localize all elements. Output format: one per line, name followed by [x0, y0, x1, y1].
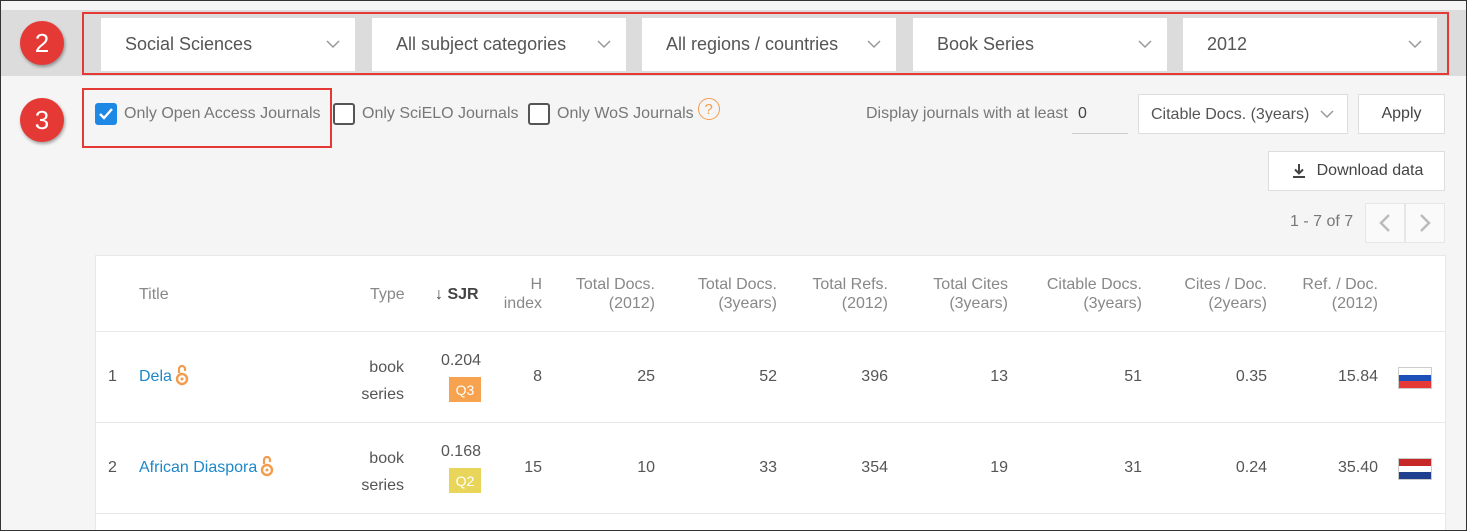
wos-option[interactable]: Only WoS Journals ? [528, 98, 720, 125]
header-total-refs-line1: Total Refs. [812, 276, 888, 293]
header-citable-docs[interactable]: Citable Docs. (3years) [1022, 275, 1142, 313]
header-type[interactable]: Type [370, 285, 405, 304]
header-total-docs-line2: (2012) [608, 295, 655, 312]
header-cites-per-doc-line1: Cites / Doc. [1184, 276, 1267, 293]
pager-text: 1 - 7 of 7 [1290, 213, 1354, 230]
min-docs-input[interactable]: 0 [1072, 96, 1128, 134]
header-total-cites-line1: Total Cites [933, 276, 1008, 293]
header-refs-per-doc[interactable]: Ref. / Doc. (2012) [1278, 275, 1378, 313]
quartile-badge: Q2 [449, 468, 481, 493]
journal-title-link[interactable]: Dela [139, 368, 172, 385]
chevron-right-icon [1420, 214, 1431, 232]
row-h-index: 8 [533, 368, 542, 385]
download-data-label: Download data [1316, 162, 1424, 179]
quartile-badge: Q3 [449, 377, 481, 402]
open-access-label: Only Open Access Journals [124, 105, 321, 122]
step-badge-3: 3 [20, 98, 64, 142]
journal-table: Title Type ↓ SJR H index Total Docs. (20… [95, 255, 1446, 531]
row-refs-per-doc: 15.84 [1337, 368, 1378, 385]
open-access-option[interactable]: Only Open Access Journals [95, 103, 321, 125]
download-icon [1292, 164, 1305, 178]
row-total-refs: 396 [861, 368, 888, 385]
journal-title-link[interactable]: African Diaspora [139, 459, 257, 476]
row-type-line2: series [361, 386, 404, 403]
header-total-docs-line1: Total Docs. [575, 276, 655, 293]
row-h-index: 15 [524, 459, 542, 476]
row-citable-docs: 31 [1124, 459, 1142, 476]
header-total-cites[interactable]: Total Cites (3years) [908, 275, 1008, 313]
step-badge-2: 2 [20, 21, 64, 65]
open-access-icon [175, 364, 189, 386]
scielo-label: Only SciELO Journals [362, 105, 519, 122]
row-type: book series [346, 445, 404, 499]
row-type-line1: book [369, 359, 404, 376]
row-total-refs: 354 [861, 459, 888, 476]
slovenia-flag-icon [1398, 367, 1432, 389]
wos-label: Only WoS Journals [557, 105, 694, 122]
row-type-line1: book [369, 450, 404, 467]
apply-button[interactable]: Apply [1358, 94, 1445, 134]
table-header: Title Type ↓ SJR H index Total Docs. (20… [96, 256, 1445, 332]
header-h-index[interactable]: H index [492, 275, 542, 313]
header-total-docs[interactable]: Total Docs. (2012) [556, 275, 655, 313]
header-total-refs-line2: (2012) [841, 295, 888, 312]
header-h-line1: H [530, 276, 542, 293]
row-total-docs: 25 [637, 368, 655, 385]
pager-next-button[interactable] [1405, 203, 1445, 243]
header-h-line2: index [503, 295, 542, 312]
chevron-left-icon [1379, 214, 1390, 232]
header-cites-per-doc-line2: (2years) [1208, 295, 1267, 312]
citable-docs-label: Citable Docs. (3years) [1151, 106, 1310, 123]
row-title: Dela [139, 364, 189, 388]
row-rank: 2 [108, 459, 117, 476]
header-title[interactable]: Title [139, 285, 169, 304]
row-total-cites: 19 [990, 459, 1008, 476]
header-total-docs-3y-line1: Total Docs. [697, 276, 777, 293]
row-total-docs: 10 [637, 459, 655, 476]
header-refs-per-doc-line1: Ref. / Doc. [1302, 276, 1378, 293]
filters-highlight-box [82, 12, 1449, 75]
header-refs-per-doc-line2: (2012) [1331, 295, 1378, 312]
chevron-down-icon [1320, 110, 1334, 119]
row-rank: 1 [108, 368, 117, 385]
row-sjr: 0.168 [440, 443, 481, 460]
row-citable-docs: 51 [1124, 368, 1142, 385]
header-total-docs-3y-line2: (3years) [718, 295, 777, 312]
header-total-refs[interactable]: Total Refs. (2012) [788, 275, 888, 313]
header-sjr[interactable]: ↓ SJR [435, 285, 479, 304]
table-row: 1 Dela book series 0.204 Q3 8 25 52 396 … [96, 332, 1445, 423]
header-cites-per-doc[interactable]: Cites / Doc. (2years) [1157, 275, 1267, 313]
row-refs-per-doc: 35.40 [1337, 459, 1378, 476]
row-total-docs-3y: 33 [759, 459, 777, 476]
row-total-cites: 13 [990, 368, 1008, 385]
help-icon[interactable]: ? [697, 98, 720, 120]
pager-prev-button[interactable] [1365, 203, 1405, 243]
row-cites-per-doc: 0.24 [1235, 459, 1267, 476]
check-icon [99, 108, 113, 120]
row-type-line2: series [361, 477, 404, 494]
download-data-button[interactable]: Download data [1268, 151, 1445, 191]
header-total-cites-line2: (3years) [949, 295, 1008, 312]
row-cites-per-doc: 0.35 [1235, 368, 1267, 385]
row-total-docs-3y: 52 [759, 368, 777, 385]
netherlands-flag-icon [1398, 458, 1432, 480]
scielo-option[interactable]: Only SciELO Journals [333, 103, 519, 125]
header-total-docs-3y[interactable]: Total Docs. (3years) [677, 275, 777, 313]
citable-docs-select[interactable]: Citable Docs. (3years) [1138, 94, 1348, 134]
row-type: book series [346, 354, 404, 408]
header-citable-docs-line2: (3years) [1083, 295, 1142, 312]
header-citable-docs-line1: Citable Docs. [1046, 276, 1142, 293]
table-row: 2 African Diaspora book series 0.168 Q2 … [96, 423, 1445, 514]
scielo-checkbox[interactable] [333, 103, 355, 125]
wos-checkbox[interactable] [528, 103, 550, 125]
open-access-icon [261, 455, 274, 477]
row-sjr: 0.204 [440, 352, 481, 369]
open-access-checkbox[interactable] [95, 103, 117, 125]
min-docs-label: Display journals with at least [866, 105, 1068, 122]
row-title: African Diaspora [139, 455, 274, 479]
